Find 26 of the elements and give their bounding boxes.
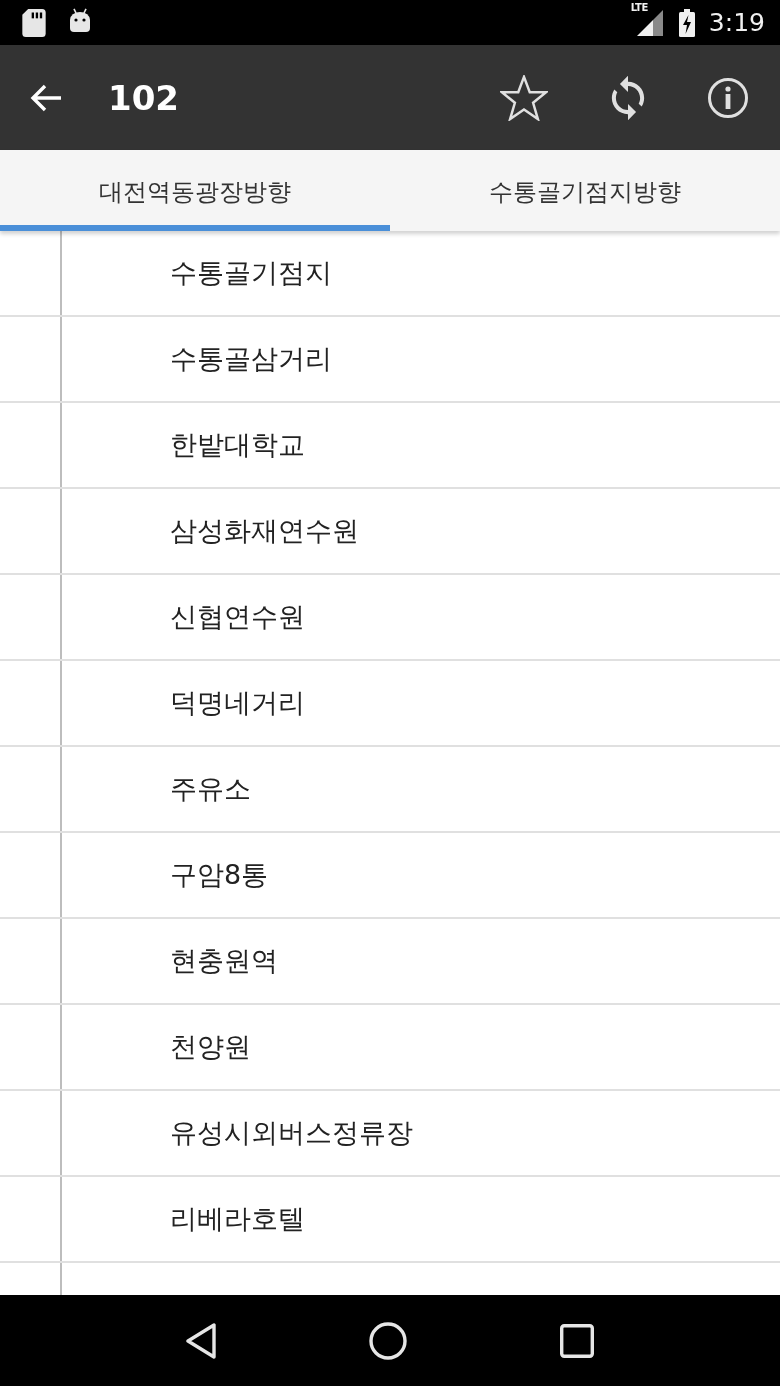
stop-name[interactable]: 현충원역 bbox=[170, 943, 278, 979]
home-icon bbox=[369, 1321, 407, 1360]
network-type: LTE bbox=[630, 1, 648, 13]
stop-name[interactable]: 한밭대학교 bbox=[170, 427, 305, 463]
square-icon bbox=[559, 1323, 594, 1358]
stop-name[interactable]: 유성시외버스정류장 bbox=[170, 1115, 413, 1151]
back-icon bbox=[186, 1322, 217, 1359]
clock-time: 3:19 bbox=[708, 10, 765, 35]
stop-name[interactable]: 주유소 bbox=[170, 771, 251, 807]
back-arrow-icon bbox=[30, 83, 62, 112]
stop-name[interactable]: 천양원 bbox=[170, 1029, 251, 1065]
route-title: 102 bbox=[108, 77, 179, 118]
stop-name[interactable]: 수통골기점지 bbox=[170, 255, 332, 291]
sd-card-icon bbox=[22, 8, 46, 37]
direction-tab[interactable]: 대전역동광장방향 bbox=[0, 150, 390, 231]
stop-name[interactable]: 구암8통 bbox=[170, 857, 269, 893]
direction-tab[interactable]: 수통골기점지방향 bbox=[390, 150, 780, 231]
stop-name[interactable]: 덕명네거리 bbox=[170, 685, 305, 721]
stop-name[interactable]: 신협연수원 bbox=[170, 599, 305, 635]
info-icon bbox=[708, 77, 748, 118]
stop-name[interactable]: 리베라호텔 bbox=[170, 1201, 305, 1237]
stop-name[interactable]: 수통골삼거리 bbox=[170, 341, 332, 377]
battery-charging-icon bbox=[678, 8, 695, 37]
signal-icon bbox=[636, 9, 663, 36]
stop-name[interactable]: 삼성화재연수원 bbox=[170, 513, 359, 549]
android-icon bbox=[68, 7, 92, 32]
